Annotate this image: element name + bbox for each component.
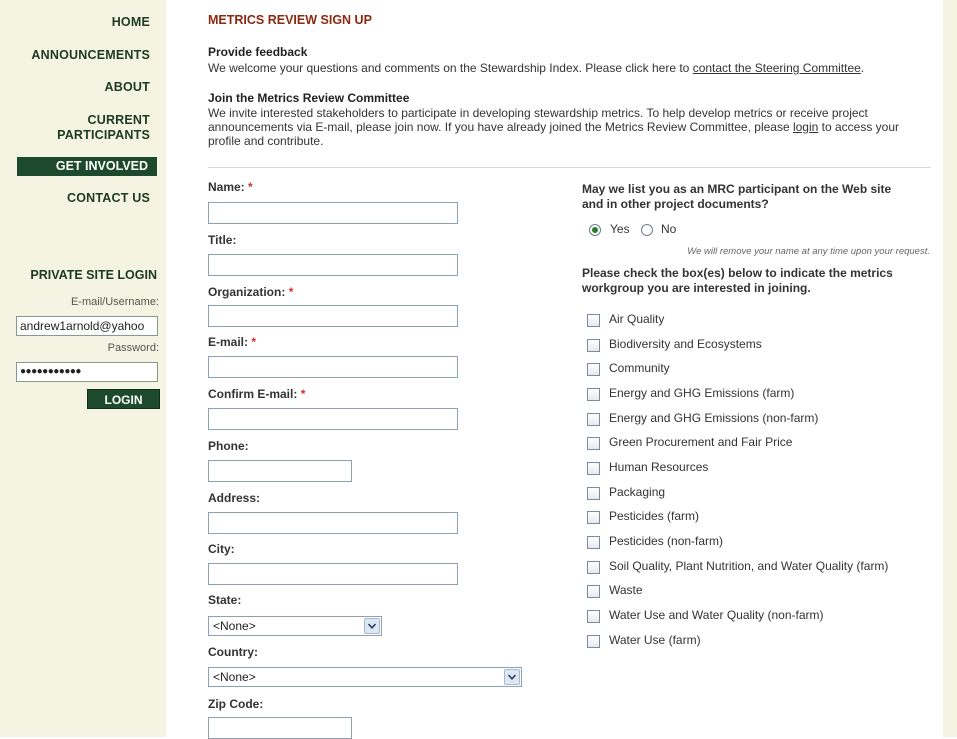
- nav-about[interactable]: ABOUT: [105, 80, 150, 95]
- radio-no-label: No: [661, 222, 677, 236]
- workgroup-label: Community: [609, 361, 670, 375]
- radio-no[interactable]: [641, 224, 653, 236]
- login-button[interactable]: LOGIN: [87, 389, 160, 409]
- name-label: Name: *: [208, 180, 253, 194]
- radio-yes[interactable]: [589, 224, 601, 236]
- login-email-label: E-mail/Username:: [70, 296, 159, 308]
- checkbox-soil-quality[interactable]: [587, 561, 600, 574]
- checkbox-packaging[interactable]: [587, 487, 600, 500]
- checkbox-green-procurement[interactable]: [587, 437, 600, 450]
- join-heading: Join the Metrics Review Committee: [208, 91, 410, 105]
- login-password-input[interactable]: ●●●●●●●●●●●: [16, 362, 158, 382]
- right-border: [943, 0, 957, 737]
- organization-label: Organization: *: [208, 285, 294, 299]
- checkbox-water-use-non-farm[interactable]: [587, 610, 600, 623]
- checkbox-energy-non-farm[interactable]: [587, 413, 600, 426]
- workgroup-prompt: Please check the box(es) below to indica…: [582, 266, 893, 295]
- nav-current-line2: PARTICIPANTS: [57, 128, 150, 142]
- workgroup-label: Waste: [609, 583, 643, 597]
- login-email-input[interactable]: [16, 316, 158, 336]
- checkbox-pesticides-non-farm[interactable]: [587, 536, 600, 549]
- state-label: State:: [208, 593, 242, 607]
- radio-yes-label: Yes: [610, 222, 630, 236]
- city-label: City:: [208, 542, 235, 556]
- workgroup-label: Soil Quality, Plant Nutrition, and Water…: [609, 559, 889, 573]
- login-title: PRIVATE SITE LOGIN: [30, 268, 157, 282]
- checkbox-waste[interactable]: [587, 585, 600, 598]
- zip-input[interactable]: [208, 717, 352, 739]
- workgroup-label: Pesticides (non-farm): [609, 534, 724, 548]
- participation-question: May we list you as an MRC participant on…: [582, 182, 892, 211]
- nav-current-participants[interactable]: CURRENT PARTICIPANTS: [57, 113, 150, 143]
- workgroup-label: Water Use and Water Quality (non-farm): [609, 608, 824, 622]
- chevron-down-icon[interactable]: [364, 618, 380, 634]
- nav-get-involved[interactable]: GET INVOLVED: [17, 157, 157, 176]
- checkbox-water-use-farm[interactable]: [587, 635, 600, 648]
- phone-label: Phone:: [208, 439, 249, 453]
- email-input[interactable]: [208, 356, 458, 378]
- workgroup-label: Green Procurement and Fair Price: [609, 435, 793, 449]
- radio-selected-dot: [592, 227, 598, 233]
- join-text: We invite interested stakeholders to par…: [208, 106, 900, 148]
- email-label: E-mail: *: [208, 335, 257, 349]
- checkbox-energy-farm[interactable]: [587, 388, 600, 401]
- country-select-value: <None>: [213, 670, 256, 684]
- address-input[interactable]: [208, 512, 458, 534]
- login-link[interactable]: login: [793, 120, 818, 134]
- state-select[interactable]: <None>: [208, 616, 382, 636]
- checkbox-community[interactable]: [587, 363, 600, 376]
- country-label: Country:: [208, 645, 258, 659]
- contact-steering-link[interactable]: contact the Steering Committee: [693, 61, 861, 75]
- name-input[interactable]: [208, 202, 458, 224]
- phone-input[interactable]: [208, 460, 352, 482]
- chevron-down-icon[interactable]: [504, 669, 520, 685]
- checkbox-human-resources[interactable]: [587, 462, 600, 475]
- login-password-label: Password:: [107, 342, 159, 354]
- address-label: Address:: [208, 491, 261, 505]
- checkbox-air-quality[interactable]: [587, 314, 600, 327]
- workgroup-label: Biodiversity and Ecosystems: [609, 337, 762, 351]
- confirm-email-input[interactable]: [208, 408, 458, 430]
- workgroup-label: Pesticides (farm): [609, 509, 700, 523]
- feedback-text: We welcome your questions and comments o…: [208, 61, 865, 75]
- organization-input[interactable]: [208, 305, 458, 327]
- main-content: METRICS REVIEW SIGN UP Provide feedback …: [166, 0, 943, 739]
- workgroup-label: Water Use (farm): [609, 633, 701, 647]
- feedback-heading: Provide feedback: [208, 45, 308, 59]
- city-input[interactable]: [208, 563, 458, 585]
- state-select-value: <None>: [213, 619, 256, 633]
- page-title: METRICS REVIEW SIGN UP: [208, 13, 372, 27]
- title-input[interactable]: [208, 254, 458, 276]
- zip-label: Zip Code:: [208, 697, 264, 711]
- nav-current-line1: CURRENT: [87, 113, 150, 127]
- sidebar: HOME ANNOUNCEMENTS ABOUT CURRENT PARTICI…: [0, 0, 166, 737]
- workgroup-label: Human Resources: [609, 460, 709, 474]
- nav-announcements[interactable]: ANNOUNCEMENTS: [31, 48, 150, 63]
- workgroup-label: Packaging: [609, 485, 666, 499]
- removal-note: We will remove your name at any time upo…: [687, 246, 930, 257]
- nav-contact-us[interactable]: CONTACT US: [67, 191, 150, 206]
- nav-home[interactable]: HOME: [112, 15, 150, 30]
- country-select[interactable]: <None>: [208, 667, 522, 687]
- divider: [208, 167, 931, 168]
- checkbox-biodiversity[interactable]: [587, 339, 600, 352]
- workgroup-label: Energy and GHG Emissions (non-farm): [609, 411, 819, 425]
- confirm-email-label: Confirm E-mail: *: [208, 387, 306, 401]
- workgroup-label: Air Quality: [609, 312, 665, 326]
- title-label: Title:: [208, 233, 237, 247]
- workgroup-label: Energy and GHG Emissions (farm): [609, 386, 795, 400]
- checkbox-pesticides-farm[interactable]: [587, 511, 600, 524]
